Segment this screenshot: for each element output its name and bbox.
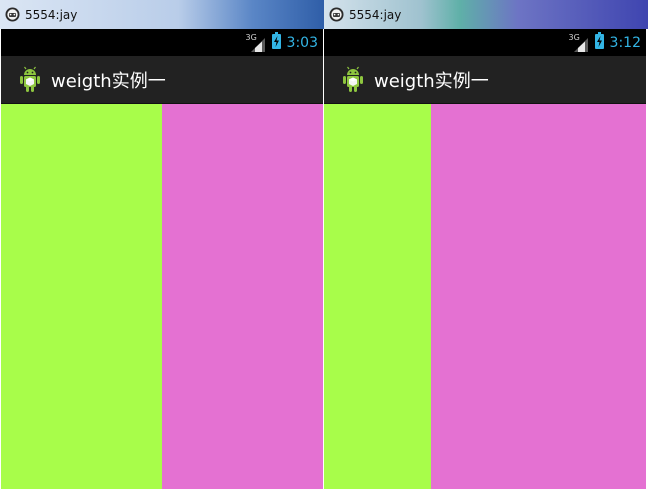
green-pane — [324, 104, 432, 489]
signal-strength-icon: 3G — [569, 33, 589, 52]
device-screen: 3G 3:03 weigth实例一 — [1, 29, 323, 489]
battery-charging-icon — [594, 32, 604, 53]
signal-strength-icon: 3G — [246, 33, 266, 52]
action-bar: weigth实例一 — [324, 56, 646, 104]
pink-pane — [162, 104, 323, 489]
pink-pane — [431, 104, 646, 489]
battery-charging-icon — [271, 32, 281, 53]
window-titlebar[interactable]: 5554:jay — [324, 0, 648, 29]
android-emulator-icon — [329, 7, 344, 22]
status-bar: 3G 3:12 — [324, 29, 646, 56]
emulator-window-right: 5554:jay 3G 3:12 weigth实例一 — [324, 0, 648, 489]
layout-content — [324, 104, 646, 489]
emulator-comparison: 5554:jay 3G 3:03 weigth实例一 5554:jay 3G 3… — [0, 0, 648, 489]
device-screen: 3G 3:12 weigth实例一 — [324, 29, 646, 489]
status-bar: 3G 3:03 — [1, 29, 323, 56]
android-robot-icon[interactable] — [340, 66, 366, 94]
app-title: weigth实例一 — [51, 70, 166, 92]
status-icons: 3G 3:03 — [246, 29, 318, 56]
emulator-window-left: 5554:jay 3G 3:03 weigth实例一 — [0, 0, 324, 489]
layout-content — [1, 104, 323, 489]
android-robot-icon[interactable] — [17, 66, 43, 94]
window-titlebar[interactable]: 5554:jay — [0, 0, 324, 29]
android-emulator-icon — [5, 7, 20, 22]
status-clock: 3:03 — [286, 34, 318, 51]
green-pane — [1, 104, 162, 489]
status-icons: 3G 3:12 — [569, 29, 641, 56]
window-title: 5554:jay — [25, 7, 78, 22]
action-bar: weigth实例一 — [1, 56, 323, 104]
window-title: 5554:jay — [349, 7, 402, 22]
status-clock: 3:12 — [609, 34, 641, 51]
app-title: weigth实例一 — [374, 70, 489, 92]
